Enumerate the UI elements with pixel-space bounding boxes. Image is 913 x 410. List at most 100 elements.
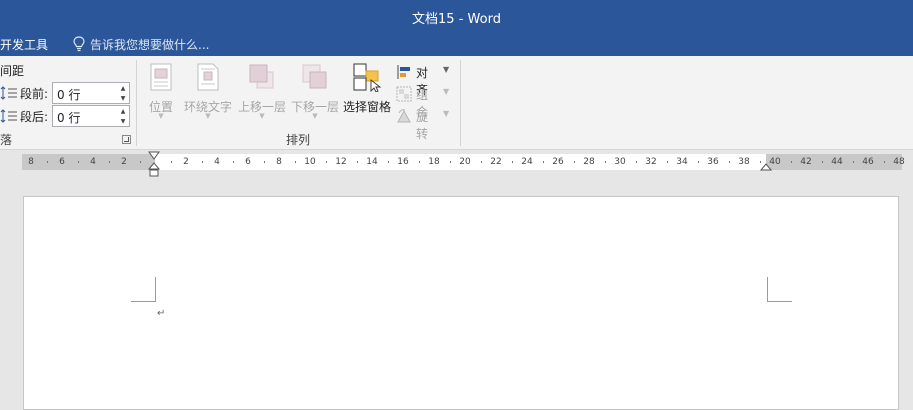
paragraph-group-label: 落	[0, 133, 13, 147]
ruler-tick-label: 46	[862, 157, 874, 167]
title-bar: 文档15 - Word	[0, 0, 913, 32]
wrap-text-button[interactable]: 环绕文字 ▼	[182, 60, 234, 126]
chevron-down-icon: ▼	[158, 112, 164, 120]
selection-pane-button[interactable]: 选择窗格	[342, 60, 392, 126]
crop-mark-right	[767, 277, 792, 302]
spin-up-icon[interactable]: ▲	[119, 107, 127, 116]
dialog-launcher-icon[interactable]	[122, 135, 131, 144]
ribbon: 间距 段前: 0 行 ▲ ▼ 段后: 0 行 ▲ ▼ 落 位置 ▼ 环绕文字 ▼…	[0, 56, 913, 150]
spacing-title: 间距	[0, 64, 25, 78]
spacing-before-row: 段前: 0 行 ▲ ▼	[0, 82, 132, 104]
ruler-tick-label: 8	[276, 157, 282, 167]
bring-forward-icon	[249, 64, 274, 89]
chevron-down-icon: ▼	[205, 112, 211, 120]
tab-row: 开发工具 告诉我您想要做什么...	[0, 32, 913, 56]
ruler-tick-label: 48	[893, 157, 905, 167]
ruler-tick-label: 38	[738, 157, 750, 167]
ruler-tick-label: 4	[214, 157, 220, 167]
ruler-tick-label: 2	[183, 157, 189, 167]
ruler-tick	[46, 161, 48, 163]
ruler-tick	[139, 161, 141, 163]
ruler-tick	[573, 161, 575, 163]
rotate-icon	[397, 109, 411, 123]
ruler-tick	[790, 161, 792, 163]
position-icon	[150, 63, 172, 91]
spacing-after-label: 段后:	[20, 110, 49, 124]
ruler-tick	[232, 161, 234, 163]
indent-marker-icon[interactable]	[147, 150, 161, 178]
ruler-tick-label: 6	[245, 157, 251, 167]
spacing-after-icon	[0, 109, 17, 123]
ruler-margin-left	[22, 154, 155, 170]
arrange-group-label: 排列	[286, 133, 311, 147]
wrap-text-icon	[197, 63, 219, 91]
ruler-tick-label: 22	[490, 157, 502, 167]
ruler-tick	[201, 161, 203, 163]
ruler-tick	[542, 161, 544, 163]
window-title: 文档15 - Word	[412, 12, 501, 27]
ruler-tick	[666, 161, 668, 163]
spin-up-icon[interactable]: ▲	[119, 84, 127, 93]
lightbulb-icon	[73, 36, 85, 52]
position-button[interactable]: 位置 ▼	[144, 60, 178, 126]
ruler-tick-label: 2	[121, 157, 127, 167]
ruler-tick-label: 20	[459, 157, 471, 167]
spacing-after-row: 段后: 0 行 ▲ ▼	[0, 105, 132, 127]
tell-me-search[interactable]: 告诉我您想要做什么...	[90, 36, 209, 53]
spacing-before-label: 段前:	[20, 87, 49, 101]
paragraph-mark: ↵	[157, 308, 166, 319]
ruler-tick	[604, 161, 606, 163]
selection-pane-label: 选择窗格	[342, 100, 391, 114]
spacing-after-input[interactable]: 0 行 ▲ ▼	[52, 105, 130, 127]
chevron-down-icon: ▼	[443, 87, 450, 96]
ruler-tick-label: 14	[366, 157, 378, 167]
spacing-before-icon	[0, 86, 17, 100]
ruler-tick-label: 30	[614, 157, 626, 167]
spin-down-icon[interactable]: ▼	[119, 117, 127, 126]
ruler-tick	[418, 161, 420, 163]
ruler-tick-label: 16	[397, 157, 409, 167]
align-icon	[397, 65, 410, 79]
spacing-before-input[interactable]: 0 行 ▲ ▼	[52, 82, 130, 104]
ruler-tick	[635, 161, 637, 163]
ruler-tick	[480, 161, 482, 163]
group-objects-icon	[396, 86, 412, 102]
spacing-before-value: 0 行	[57, 88, 81, 102]
ruler-tick	[852, 161, 854, 163]
ruler-tick	[77, 161, 79, 163]
bring-forward-button[interactable]: 上移一层 ▼	[236, 60, 288, 126]
ruler-area: 8 6 4 2 2 4 6 8 10 12 14 16 18 20 22 24 26 28 30 32 34 36 38 40…	[0, 150, 913, 180]
ruler-tick-label: 34	[676, 157, 688, 167]
send-backward-button[interactable]: 下移一层 ▼	[289, 60, 341, 126]
ruler-tick-label: 4	[90, 157, 96, 167]
ruler-tick-label: 28	[583, 157, 595, 167]
ruler-tick	[294, 161, 296, 163]
ruler-tick	[325, 161, 327, 163]
ruler-tick	[263, 161, 265, 163]
rotate-label: 旋转	[416, 110, 429, 141]
ruler-tick-label: 10	[304, 157, 316, 167]
ruler-tick-label: 36	[707, 157, 719, 167]
ruler-tick-label: 44	[831, 157, 843, 167]
ruler-tick	[356, 161, 358, 163]
selection-pane-icon	[353, 63, 382, 92]
spin-down-icon[interactable]: ▼	[119, 94, 127, 103]
group-divider	[136, 60, 137, 146]
ruler-tick-label: 32	[645, 157, 657, 167]
ruler-tick	[697, 161, 699, 163]
ruler-tick	[449, 161, 451, 163]
chevron-down-icon: ▼	[443, 109, 450, 118]
tab-developer[interactable]: 开发工具	[0, 36, 48, 53]
ruler-tick	[821, 161, 823, 163]
spacing-after-value: 0 行	[57, 111, 81, 125]
crop-mark-left	[131, 277, 156, 302]
ruler-tick-label: 42	[800, 157, 812, 167]
ruler-tick-label: 24	[521, 157, 533, 167]
ruler-tick-label: 8	[28, 157, 34, 167]
chevron-down-icon: ▼	[259, 112, 265, 120]
document-page[interactable]: ↵	[23, 196, 899, 410]
ruler-tick	[108, 161, 110, 163]
ruler-tick	[511, 161, 513, 163]
right-indent-marker-icon[interactable]	[760, 162, 772, 172]
ruler-tick-label: 26	[552, 157, 564, 167]
